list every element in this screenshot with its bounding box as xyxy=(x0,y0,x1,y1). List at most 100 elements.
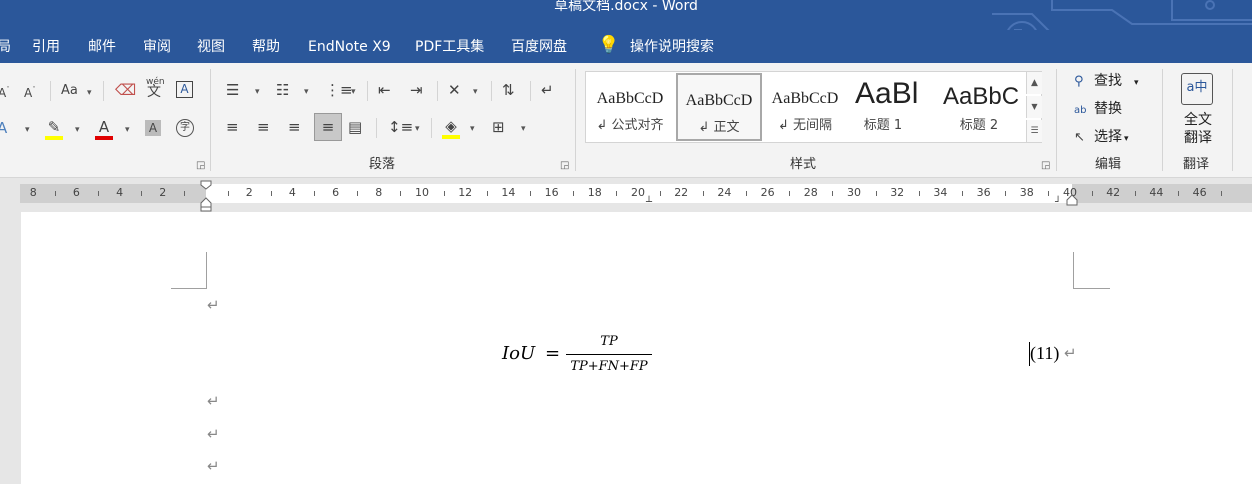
chevron-down-icon[interactable]: ▾ xyxy=(255,87,260,97)
line-spacing-icon[interactable]: ↕≡ xyxy=(388,118,413,136)
ruler-label: 34 xyxy=(933,186,948,199)
ruler-tick xyxy=(184,191,186,196)
ruler-label: 36 xyxy=(976,186,991,199)
translate-label-2: 翻译 xyxy=(1184,130,1212,146)
select-label: 选择 xyxy=(1094,129,1122,145)
ruler-tick xyxy=(314,191,315,196)
font-color-icon[interactable]: A xyxy=(95,118,113,140)
show-formatting-marks-icon[interactable]: ↵ xyxy=(541,81,554,99)
replace-button[interactable]: ab 替换 xyxy=(1074,100,1122,120)
crop-mark xyxy=(1073,252,1074,288)
right-indent-marker-icon[interactable] xyxy=(1066,194,1078,208)
ruler-label: 6 xyxy=(72,186,80,199)
ruler-tick xyxy=(1134,191,1136,196)
separator xyxy=(376,118,377,138)
tab-references[interactable]: 引用 xyxy=(32,38,60,56)
fraction-bar xyxy=(566,354,652,355)
decrease-indent-icon[interactable]: ⇤ xyxy=(378,81,391,99)
full-text-translate-button[interactable]: a中 全文 翻译 xyxy=(1176,71,1220,147)
chevron-down-icon[interactable]: ▾ xyxy=(473,87,478,97)
fraction-denominator: TP+FN+FP xyxy=(570,359,648,374)
translate-label-1: 全文 xyxy=(1184,112,1212,128)
tab-pdf-tools[interactable]: PDF工具集 xyxy=(415,38,484,56)
chevron-down-icon[interactable]: ▾ xyxy=(87,88,92,98)
text-effects-icon[interactable]: A xyxy=(0,119,7,137)
group-separator xyxy=(1056,69,1057,171)
tab-review[interactable]: 审阅 xyxy=(143,38,171,56)
gallery-scroll-down-icon[interactable]: ▼ xyxy=(1026,96,1042,118)
chevron-down-icon[interactable]: ▾ xyxy=(75,125,80,135)
style-heading-2[interactable]: AaBbC 标题 2 xyxy=(939,73,1023,141)
ruler-label: 42 xyxy=(1106,186,1121,199)
indent-marker-icon[interactable] xyxy=(200,180,212,212)
style-name: ↲ 公式对齐 xyxy=(596,118,664,133)
align-center-icon[interactable]: ≡ xyxy=(257,118,270,136)
chevron-down-icon[interactable]: ▾ xyxy=(470,124,475,134)
ruler-tick xyxy=(789,191,791,196)
style-sample: AaBbC xyxy=(943,83,1020,110)
tab-view[interactable]: 视图 xyxy=(197,38,225,56)
phonetic-guide-icon[interactable]: wén 文 xyxy=(146,77,165,99)
tab-help[interactable]: 帮助 xyxy=(252,38,280,56)
clear-formatting-icon[interactable]: ⌫ xyxy=(115,81,136,99)
gallery-more-icon[interactable]: ☰ xyxy=(1026,120,1042,142)
find-button[interactable]: ⚲ 查找 ▾ xyxy=(1074,72,1139,92)
highlight-color-icon[interactable]: ✎ xyxy=(45,118,63,140)
lightbulb-icon[interactable]: 💡 xyxy=(598,36,619,54)
character-shading-icon[interactable]: A xyxy=(145,120,161,136)
tab-baidu-netdisk[interactable]: 百度网盘 xyxy=(511,38,567,56)
align-left-icon[interactable]: ≡ xyxy=(226,118,239,136)
style-sample: AaBbCcD xyxy=(771,90,839,107)
align-right-icon[interactable]: ≡ xyxy=(288,118,301,136)
paragraph-dialog-launcher-icon[interactable]: ◲ xyxy=(560,161,569,171)
style-no-spacing[interactable]: AaBbCcD ↲ 无间隔 xyxy=(762,73,848,141)
style-heading-1[interactable]: AaBl 标题 1 xyxy=(849,73,933,141)
gallery-scroll-up-icon[interactable]: ▲ xyxy=(1026,72,1042,94)
ruler-label: 6 xyxy=(332,186,340,199)
style-formula-align[interactable]: AaBbCcD ↲ 公式对齐 xyxy=(587,73,673,141)
chevron-down-icon[interactable]: ▾ xyxy=(125,125,130,135)
borders-icon[interactable]: ⊞ xyxy=(492,118,505,136)
chevron-down-icon[interactable]: ▾ xyxy=(351,87,356,97)
shrink-font-icon[interactable]: Aˇ xyxy=(0,81,10,102)
chevron-down-icon[interactable]: ▾ xyxy=(415,124,420,134)
chevron-down-icon[interactable]: ▾ xyxy=(25,125,30,135)
character-border-icon[interactable]: A xyxy=(176,81,193,98)
styles-dialog-launcher-icon[interactable]: ◲ xyxy=(1041,161,1050,171)
group-separator xyxy=(575,69,576,171)
ruler-label: 4 xyxy=(288,186,296,199)
change-case-icon[interactable]: Aa xyxy=(61,82,78,100)
multilevel-list-icon[interactable]: ⋮≡ xyxy=(325,81,353,99)
tab-mailings[interactable]: 邮件 xyxy=(88,38,116,56)
font-dialog-launcher-icon[interactable]: ◲ xyxy=(196,161,205,171)
ruler-label: 46 xyxy=(1192,186,1207,199)
paragraph-mark: ↵ xyxy=(207,296,220,314)
enclose-characters-icon[interactable]: 字 xyxy=(176,119,194,137)
shading-icon[interactable]: ◈ xyxy=(442,117,460,139)
increase-indent-icon[interactable]: ⇥ xyxy=(410,81,423,99)
ruler-tick xyxy=(443,191,445,196)
chevron-down-icon: ▾ xyxy=(1134,78,1139,88)
tell-me-search[interactable]: 操作说明搜索 xyxy=(630,38,714,56)
separator xyxy=(437,81,438,101)
select-button[interactable]: ↖ 选择 ▾ xyxy=(1074,128,1129,148)
cursor-arrow-icon: ↖ xyxy=(1074,130,1085,145)
chevron-down-icon[interactable]: ▾ xyxy=(521,124,526,134)
chevron-down-icon[interactable]: ▾ xyxy=(304,87,309,97)
style-sample: AaBl xyxy=(855,77,919,110)
ruler-label: 38 xyxy=(1019,186,1034,199)
tab-layout[interactable]: 局 xyxy=(0,38,11,56)
tab-stop-marker-icon[interactable]: ┘ xyxy=(1055,198,1061,208)
numbering-icon[interactable]: ☷ xyxy=(276,81,289,99)
shrink-font-icon-2[interactable]: Aˇ xyxy=(24,81,36,102)
equation-equals: = xyxy=(545,343,561,364)
tab-stop-marker-icon[interactable]: ┴ xyxy=(646,198,652,208)
sort-icon[interactable]: ⇅ xyxy=(502,81,515,99)
ruler-tick xyxy=(1091,191,1093,196)
justify-icon[interactable]: ≡ xyxy=(314,113,342,141)
asian-layout-icon[interactable]: ✕ xyxy=(448,81,461,99)
distributed-icon[interactable]: ▤ xyxy=(348,118,362,136)
style-normal[interactable]: AaBbCcD ↲ 正文 xyxy=(676,73,762,141)
bullets-icon[interactable]: ☰ xyxy=(226,81,239,99)
tab-endnote[interactable]: EndNote X9 xyxy=(308,38,391,56)
